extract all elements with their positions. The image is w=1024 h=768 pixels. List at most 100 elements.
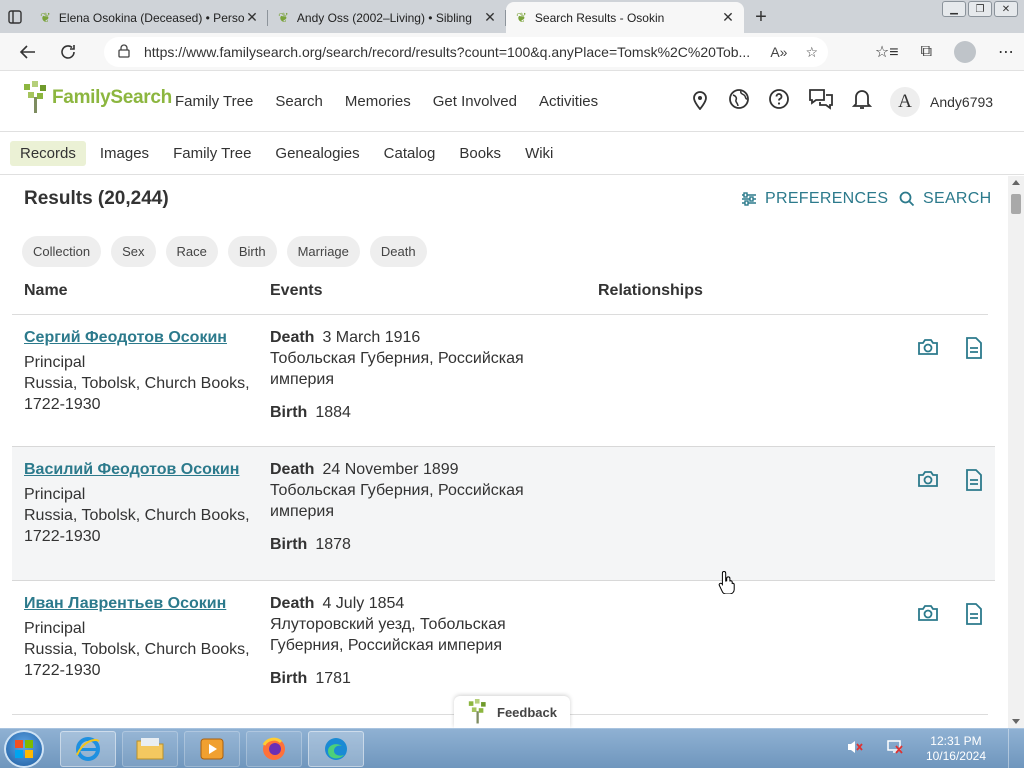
record-name-link[interactable]: Иван Лаврентьев Осокин [24,593,254,614]
collections-icon[interactable]: ⧉ [921,43,932,61]
browser-tab[interactable]: ❦ Andy Oss (2002–Living) • Sibling ✕ [268,2,506,33]
help-icon[interactable] [768,88,790,115]
familysearch-logo[interactable]: FamilySearch [22,81,172,115]
event-label: Death [270,461,315,478]
nav-get-involved[interactable]: Get Involved [433,93,517,110]
subnav-genealogies[interactable]: Genealogies [265,141,369,166]
favorites-icon[interactable]: ☆≡ [875,42,899,62]
taskbar-firefox[interactable] [246,731,302,767]
record-collection: Russia, Tobolsk, Church Books, 1722-1930 [24,375,250,413]
tree-favicon-icon: ❦ [40,9,51,25]
nav-activities[interactable]: Activities [539,93,598,110]
event-place: Тобольская Губерния, Российская империя [270,482,524,520]
document-icon[interactable] [965,603,983,630]
close-tab-icon[interactable]: ✕ [482,9,498,26]
username[interactable]: Andy6793 [930,71,993,132]
taskbar-clock[interactable]: 12:31 PM 10/16/2024 [926,734,986,764]
camera-icon[interactable] [917,469,939,496]
preferences-button[interactable]: PREFERENCES [741,190,888,208]
tab-title: Search Results - Osokin [534,10,665,25]
browser-tab[interactable]: ❦ Elena Osokina (Deceased) • Perso ✕ [30,2,268,33]
taskbar-media-player[interactable] [184,731,240,767]
event-place: Тобольская Губерния, Российская империя [270,350,524,388]
windows-logo-icon [15,740,33,758]
nav-search[interactable]: Search [275,93,323,110]
network-warning-icon[interactable] [886,739,904,760]
url-text[interactable]: https://www.familysearch.org/search/reco… [144,44,760,60]
event-date: 1884 [315,404,351,421]
globe-icon[interactable] [728,88,750,115]
close-window-icon[interactable]: ✕ [994,1,1018,17]
record-name-link[interactable]: Василий Феодотов Осокин [24,459,254,480]
minimize-icon[interactable]: ▁ [942,1,966,17]
profile-icon[interactable] [954,41,976,63]
scroll-down-arrow-icon[interactable] [1012,719,1020,724]
scrollbar-thumb[interactable] [1011,194,1021,214]
subnav-books[interactable]: Books [449,141,511,166]
messages-icon[interactable] [808,88,834,115]
record-events: Death 24 November 1899 Тобольская Губерни… [270,459,570,555]
new-tab-button[interactable]: + [744,2,778,33]
camera-icon[interactable] [917,603,939,630]
scroll-up-arrow-icon[interactable] [1012,180,1020,185]
column-header-events: Events [270,282,323,299]
taskbar-explorer[interactable] [122,731,178,767]
refresh-icon[interactable] [48,33,88,71]
document-icon[interactable] [965,337,983,364]
location-pin-icon[interactable] [690,88,710,115]
results-panel: Results (20,244) PREFERENCES SEARCH Coll… [0,176,1008,728]
subnav-family-tree[interactable]: Family Tree [163,141,261,166]
event-label: Birth [270,536,308,553]
page-scrollbar[interactable] [1008,176,1024,728]
filter-chip-collection[interactable]: Collection [22,236,102,267]
logo-wordmark: FamilySearch [52,87,172,108]
feedback-button[interactable]: Feedback [454,696,570,728]
restore-icon[interactable]: ❐ [968,1,992,17]
close-tab-icon[interactable]: ✕ [720,9,736,26]
header-icons: A [690,71,920,132]
notifications-bell-icon[interactable] [851,88,873,115]
close-tab-icon[interactable]: ✕ [244,9,260,26]
record-name-link[interactable]: Сергий Феодотов Осокин [24,327,254,348]
result-row: Иван Лаврентьев Осокин Principal Russia,… [12,581,995,714]
subnav-wiki[interactable]: Wiki [515,141,563,166]
windows-taskbar: 12:31 PM 10/16/2024 [0,728,1024,768]
hand-cursor-icon [718,570,735,594]
subnav-records[interactable]: Records [10,140,86,166]
internet-explorer-icon [76,737,100,761]
filter-chip-death[interactable]: Death [369,236,427,267]
show-desktop-button[interactable] [1008,729,1018,768]
add-favorite-icon[interactable]: ☆ [805,44,818,61]
taskbar-ie[interactable] [60,731,116,767]
volume-muted-icon[interactable] [846,739,864,760]
filter-chip-marriage[interactable]: Marriage [286,236,360,267]
taskbar-edge[interactable] [308,731,364,767]
subnav-images[interactable]: Images [90,141,159,166]
event-label: Death [270,595,315,612]
record-role: Principal [24,486,86,503]
filter-chip-birth[interactable]: Birth [227,236,277,267]
nav-family-tree[interactable]: Family Tree [175,93,253,110]
more-menu-icon[interactable]: ⋯ [998,42,1014,62]
filter-chip-race[interactable]: Race [165,236,218,267]
lock-icon[interactable] [118,43,130,61]
filter-chips: Collection Sex Race Birth Marriage Death [22,236,427,267]
search-button[interactable]: SEARCH [899,190,991,208]
search-subnav: Records Images Family Tree Genealogies C… [0,132,1024,175]
subnav-catalog[interactable]: Catalog [374,141,446,166]
browser-tab-active[interactable]: ❦ Search Results - Osokin ✕ [506,2,744,33]
document-icon[interactable] [965,469,983,496]
event-date: 4 July 1854 [322,595,405,612]
back-arrow-icon[interactable] [8,33,48,71]
browser-toolbar-right: ☆≡ ⧉ ⋯ [875,33,1014,71]
read-aloud-icon[interactable]: A» [770,44,787,61]
user-avatar[interactable]: A [890,86,920,117]
column-header-name: Name [24,282,68,299]
address-bar[interactable]: https://www.familysearch.org/search/reco… [104,37,828,67]
nav-memories[interactable]: Memories [345,93,411,110]
start-button[interactable] [4,730,44,768]
tab-actions-icon[interactable] [0,0,30,33]
filter-chip-sex[interactable]: Sex [111,236,156,267]
camera-icon[interactable] [917,337,939,364]
record-collection: Russia, Tobolsk, Church Books, 1722-1930 [24,507,250,545]
